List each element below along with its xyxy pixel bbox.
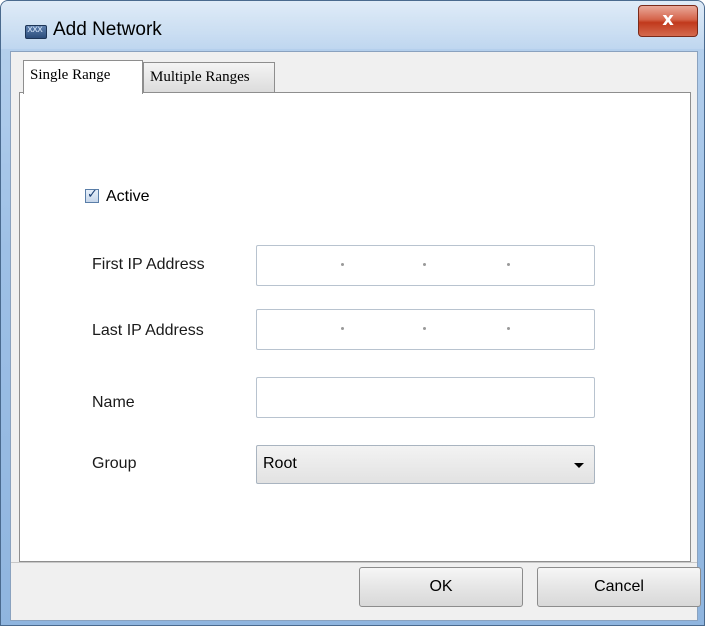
dialog-footer: OK Cancel <box>11 562 701 620</box>
first-ip-input[interactable] <box>256 245 595 286</box>
dialog-client-area: Single Range Multiple Ranges Active Firs… <box>10 51 701 621</box>
close-button[interactable]: x <box>638 5 698 37</box>
tab-single-range[interactable]: Single Range <box>23 60 143 94</box>
chevron-down-icon <box>574 463 584 468</box>
last-ip-label: Last IP Address <box>92 322 204 339</box>
ip-separator <box>341 327 344 330</box>
ip-separator <box>507 327 510 330</box>
add-network-dialog: Add Network x Single Range Multiple Rang… <box>0 0 705 626</box>
active-checkbox-label[interactable]: Active <box>106 188 150 206</box>
single-range-panel: Active First IP Address Last IP Address … <box>19 92 691 562</box>
ip-separator <box>423 263 426 266</box>
ip-separator <box>341 263 344 266</box>
ip-separator <box>423 327 426 330</box>
group-selected-value: Root <box>263 455 297 472</box>
ok-button[interactable]: OK <box>359 567 523 607</box>
name-input[interactable] <box>256 377 595 418</box>
group-select[interactable]: Root <box>256 445 595 484</box>
tab-multiple-ranges[interactable]: Multiple Ranges <box>143 62 275 92</box>
cancel-button[interactable]: Cancel <box>537 567 701 607</box>
tab-strip: Single Range Multiple Ranges <box>19 60 699 94</box>
ip-separator <box>507 263 510 266</box>
group-label: Group <box>92 455 137 472</box>
window-title: Add Network <box>53 19 162 40</box>
last-ip-input[interactable] <box>256 309 595 350</box>
active-checkbox[interactable] <box>85 187 99 203</box>
network-app-icon <box>25 24 47 39</box>
name-label: Name <box>92 394 135 411</box>
first-ip-label: First IP Address <box>92 256 205 273</box>
title-bar[interactable]: Add Network x <box>1 1 704 57</box>
